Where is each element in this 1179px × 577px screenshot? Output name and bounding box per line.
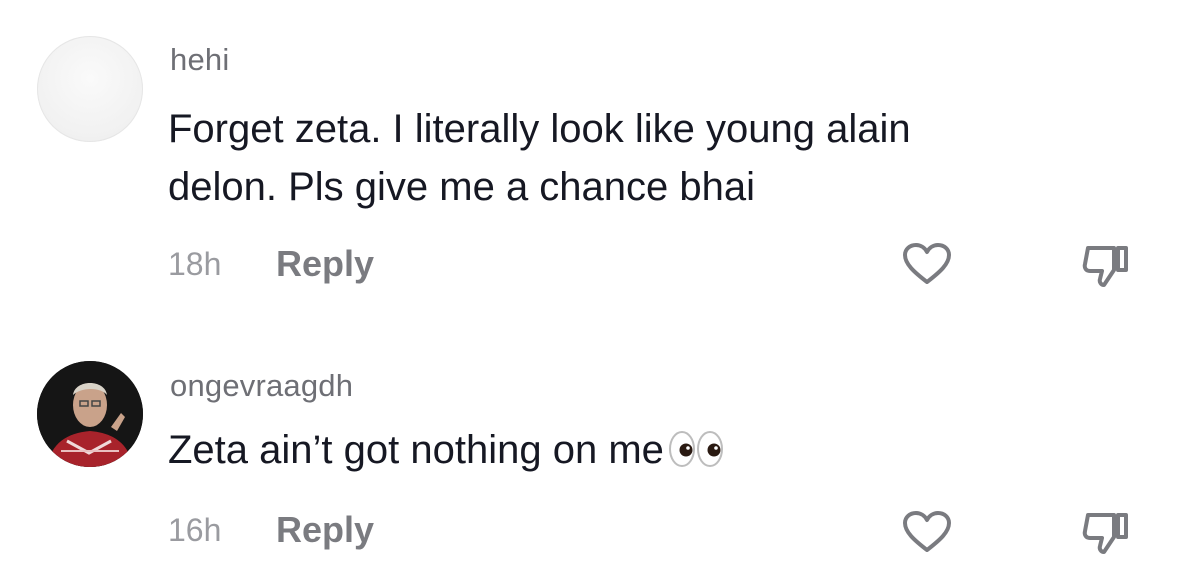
- reply-button[interactable]: Reply: [276, 509, 374, 551]
- comment-timestamp: 16h: [168, 512, 222, 548]
- comment-username[interactable]: hehi: [170, 42, 229, 78]
- thumbs-down-icon[interactable]: [1080, 240, 1132, 292]
- avatar[interactable]: [37, 36, 143, 142]
- heart-icon[interactable]: [902, 510, 952, 554]
- comment-text-line: delon. Pls give me a chance bhai: [168, 165, 756, 209]
- comment-text: Forget zeta. I literally look like young…: [168, 100, 911, 216]
- comment-text-line: Forget zeta. I literally look like young…: [168, 107, 911, 151]
- thumbs-down-icon[interactable]: [1080, 507, 1132, 559]
- reply-button[interactable]: Reply: [276, 243, 374, 285]
- comment-item: ongevraagdh Zeta ain’t got nothing on me…: [0, 330, 1179, 577]
- avatar[interactable]: [37, 361, 143, 467]
- avatar-photo: [37, 361, 143, 467]
- comment-item: hehi Forget zeta. I literally look like …: [0, 0, 1179, 300]
- comment-text: Zeta ain’t got nothing on me: [168, 421, 726, 479]
- eyes-emoji: [668, 431, 723, 467]
- comment-username[interactable]: ongevraagdh: [170, 368, 353, 404]
- comment-timestamp: 18h: [168, 246, 222, 282]
- heart-icon[interactable]: [902, 242, 952, 286]
- comment-text-line: Zeta ain’t got nothing on me: [168, 421, 726, 479]
